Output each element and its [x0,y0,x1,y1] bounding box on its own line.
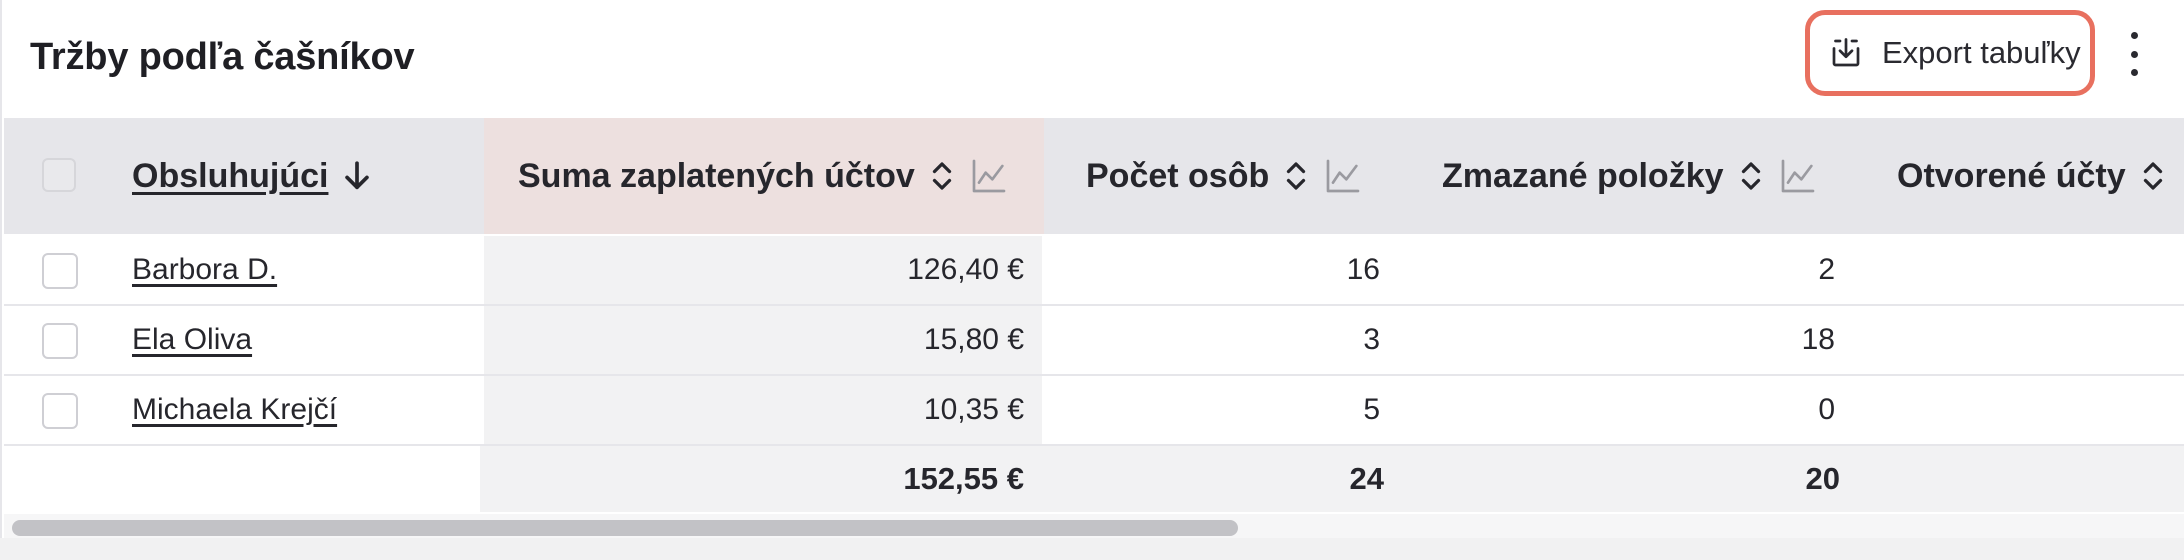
waiter-name[interactable]: Michaela Krejčí [132,393,337,427]
person-count-cell: 16 [1346,253,1380,286]
sort-up-down-icon[interactable] [929,158,955,194]
total-deleted-items: 20 [1384,446,1840,512]
waiter-name-link[interactable]: Ela Oliva [132,306,252,374]
table-header: Obsluhujúci Suma zaplatených účtov Počet… [4,118,2184,234]
sort-up-down-icon[interactable] [1283,158,1309,194]
deleted-items-cell: 0 [1818,393,1835,426]
column-header-open-bills[interactable]: Otvorené účty [1897,118,2184,234]
column-header-person-count[interactable]: Počet osôb [1086,118,1386,234]
column-label: Počet osôb [1086,156,1270,195]
deleted-items-cell: 2 [1818,253,1835,286]
row-checkbox[interactable] [42,253,78,289]
select-all-checkbox[interactable] [42,158,76,192]
table-row: Barbora D. 126,40 € 16 2 [4,236,2184,306]
paid-sum-cell: 126,40 € [484,236,1042,304]
paid-sum-cell: 10,35 € [484,376,1042,444]
export-table-button[interactable]: Export tabuľky [1805,10,2095,96]
total-person-count: 24 [1038,446,1384,512]
column-header-paid-sum[interactable]: Suma zaplatených účtov [484,118,1044,234]
line-chart-icon[interactable] [1778,156,1818,196]
total-open-bills [1840,446,2184,512]
waiter-name[interactable]: Ela Oliva [132,323,252,357]
export-button-label: Export tabuľky [1882,35,2081,70]
column-label: Otvorené účty [1897,156,2126,195]
deleted-items-cell: 18 [1801,323,1835,356]
revenue-by-waiter-panel: Tržby podľa čašníkov Export tabuľky Obsl… [0,0,2184,538]
kebab-menu-icon[interactable] [2114,32,2154,76]
row-checkbox[interactable] [42,393,78,429]
arrow-down-icon[interactable] [342,159,372,193]
column-header-waiter[interactable]: Obsluhujúci [132,118,472,234]
table-row: Ela Oliva 15,80 € 3 18 [4,306,2184,376]
panel-title: Tržby podľa čašníkov [30,36,415,78]
row-checkbox[interactable] [42,323,78,359]
table-totals-row: 152,55 € 24 20 [4,446,2184,512]
column-header-deleted-items[interactable]: Zmazané položky [1442,118,1842,234]
person-count-cell: 3 [1363,323,1380,356]
sort-up-down-icon[interactable] [2140,158,2166,194]
person-count-cell: 5 [1363,393,1380,426]
column-label: Zmazané položky [1442,156,1724,195]
table-row: Michaela Krejčí 10,35 € 5 0 [4,376,2184,446]
column-label: Suma zaplatených účtov [518,156,915,195]
paid-sum-cell: 15,80 € [484,306,1042,374]
scrollbar-thumb[interactable] [12,520,1238,536]
line-chart-icon[interactable] [969,156,1009,196]
waiter-name[interactable]: Barbora D. [132,253,277,287]
column-label: Obsluhujúci [132,156,329,195]
total-paid-sum: 152,55 € [480,446,1038,512]
download-icon [1832,38,1860,67]
sort-up-down-icon[interactable] [1738,158,1764,194]
horizontal-scrollbar[interactable] [4,514,2184,538]
waiter-name-link[interactable]: Michaela Krejčí [132,376,337,444]
line-chart-icon[interactable] [1323,156,1363,196]
waiter-name-link[interactable]: Barbora D. [132,236,277,304]
